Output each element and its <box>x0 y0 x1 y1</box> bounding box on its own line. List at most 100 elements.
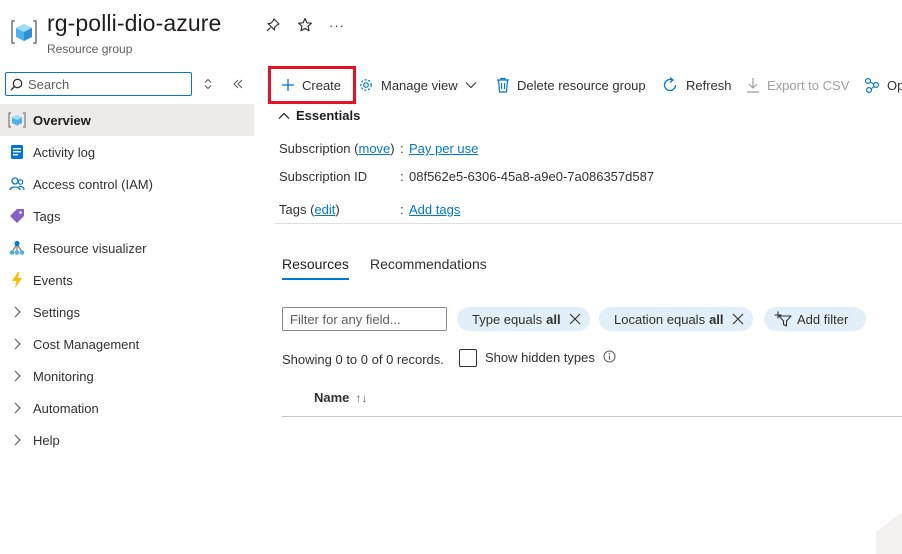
add-filter-label: Add filter <box>797 311 849 327</box>
refresh-icon <box>661 76 679 94</box>
add-filter-button[interactable]: Add filter <box>764 307 867 331</box>
show-hidden-types-label: Show hidden types <box>485 350 595 365</box>
tags-key: Tags (edit) <box>279 202 340 217</box>
sidebar-item-automation[interactable]: Automation <box>0 392 254 424</box>
chevron-down-icon <box>465 81 477 89</box>
sidebar-item-label: Monitoring <box>33 368 94 384</box>
search-input[interactable] <box>28 76 188 92</box>
records-count: Showing 0 to 0 of 0 records. <box>282 352 444 367</box>
sidebar: Overview Activity log Access control (IA… <box>0 66 254 554</box>
sidebar-item-resource-visualizer[interactable]: Resource visualizer <box>0 232 254 264</box>
page-header: rg-polli-dio-azure Resource group ··· <box>0 0 902 66</box>
gear-icon <box>358 77 374 93</box>
sidebar-item-label: Activity log <box>33 144 96 160</box>
search-box[interactable] <box>5 72 192 96</box>
export-label: Export to CSV <box>767 77 850 93</box>
edit-tags-link[interactable]: edit <box>314 202 335 217</box>
hierarchy-icon <box>8 239 26 257</box>
subscription-id-key: Subscription ID <box>279 169 368 184</box>
refresh-label: Refresh <box>686 77 732 93</box>
chevron-right-icon <box>8 338 26 350</box>
chevron-right-icon <box>8 370 26 382</box>
lightning-icon <box>8 271 26 289</box>
people-icon <box>8 175 26 193</box>
close-icon[interactable] <box>732 313 744 325</box>
delete-label: Delete resource group <box>517 77 646 93</box>
essentials-toggle[interactable]: Essentials <box>278 108 360 123</box>
subscription-key-label: Subscription <box>279 141 351 156</box>
export-csv-button[interactable]: Export to CSV <box>746 66 849 104</box>
star-icon[interactable] <box>294 14 316 36</box>
share-nodes-icon <box>864 77 880 93</box>
resource-group-icon <box>11 20 37 44</box>
manage-view-button[interactable]: Manage view <box>358 66 477 104</box>
tag-icon <box>8 207 26 225</box>
chevron-right-icon <box>8 306 26 318</box>
sidebar-item-label: Resource visualizer <box>33 240 147 256</box>
download-icon <box>746 77 760 93</box>
tab-resources[interactable]: Resources <box>282 256 349 280</box>
refresh-button[interactable]: Refresh <box>661 66 732 104</box>
info-icon[interactable] <box>603 350 616 363</box>
sidebar-item-overview[interactable]: Overview <box>0 104 254 136</box>
sidebar-item-access-control[interactable]: Access control (IAM) <box>0 168 254 200</box>
subscription-value-link[interactable]: Pay per use <box>409 141 478 156</box>
open-query-button[interactable]: Op <box>864 66 902 104</box>
location-pill-value: all <box>709 311 724 327</box>
sidebar-item-label: Automation <box>33 400 99 416</box>
sidebar-nav: Overview Activity log Access control (IA… <box>0 104 254 456</box>
sidebar-item-events[interactable]: Events <box>0 264 254 296</box>
collapse-sidebar-icon[interactable] <box>230 75 246 93</box>
pin-icon[interactable] <box>262 14 284 36</box>
table-header-divider <box>282 416 902 417</box>
type-filter-pill[interactable]: Type equals all <box>457 307 590 331</box>
close-icon[interactable] <box>569 313 581 325</box>
search-icon <box>10 78 23 90</box>
sidebar-item-label: Settings <box>33 304 80 320</box>
manage-view-label: Manage view <box>381 77 458 93</box>
sidebar-item-label: Overview <box>33 112 91 128</box>
delete-resource-group-button[interactable]: Delete resource group <box>496 66 646 104</box>
activity-log-icon <box>8 143 26 161</box>
sidebar-item-label: Events <box>33 272 73 288</box>
corner-logo-icon <box>876 512 902 554</box>
create-button[interactable]: Create <box>281 66 341 104</box>
sort-toggle-icon[interactable] <box>200 75 216 93</box>
sidebar-item-tags[interactable]: Tags <box>0 200 254 232</box>
location-pill-prefix: Location equals <box>614 311 706 327</box>
add-tags-link[interactable]: Add tags <box>409 202 460 217</box>
show-hidden-types-checkbox[interactable] <box>459 349 477 367</box>
tags-key-label: Tags <box>279 202 307 217</box>
sidebar-item-help[interactable]: Help <box>0 424 254 456</box>
sort-icon: ↑↓ <box>355 390 368 405</box>
sidebar-item-label: Tags <box>33 208 61 224</box>
page-subtitle: Resource group <box>47 42 133 56</box>
sidebar-item-settings[interactable]: Settings <box>0 296 254 328</box>
resource-group-icon <box>8 111 26 129</box>
chevron-up-icon <box>278 112 290 120</box>
add-filter-icon <box>774 311 792 327</box>
filter-input[interactable] <box>282 307 447 331</box>
colon: : <box>400 169 404 184</box>
open-label: Op <box>887 77 902 93</box>
sidebar-item-label: Help <box>33 432 60 448</box>
page-title: rg-polli-dio-azure <box>47 10 222 36</box>
colon: : <box>400 141 404 156</box>
column-header-name[interactable]: Name ↑↓ <box>314 390 367 405</box>
sidebar-item-cost-management[interactable]: Cost Management <box>0 328 254 360</box>
create-label: Create <box>302 77 342 93</box>
tab-recommendations[interactable]: Recommendations <box>370 256 487 278</box>
move-link[interactable]: move <box>359 141 391 156</box>
column-name-label: Name <box>314 390 350 405</box>
more-icon[interactable]: ··· <box>326 14 348 36</box>
subscription-key: Subscription (move) <box>279 141 395 156</box>
essentials-divider <box>274 223 902 224</box>
chevron-right-icon <box>8 402 26 414</box>
sidebar-item-label: Cost Management <box>33 336 140 352</box>
sidebar-item-label: Access control (IAM) <box>33 176 153 192</box>
sidebar-item-monitoring[interactable]: Monitoring <box>0 360 254 392</box>
command-bar: Create Manage view Delete resource group… <box>268 66 902 104</box>
type-pill-value: all <box>546 311 561 327</box>
location-filter-pill[interactable]: Location equals all <box>599 307 753 331</box>
sidebar-item-activity-log[interactable]: Activity log <box>0 136 254 168</box>
